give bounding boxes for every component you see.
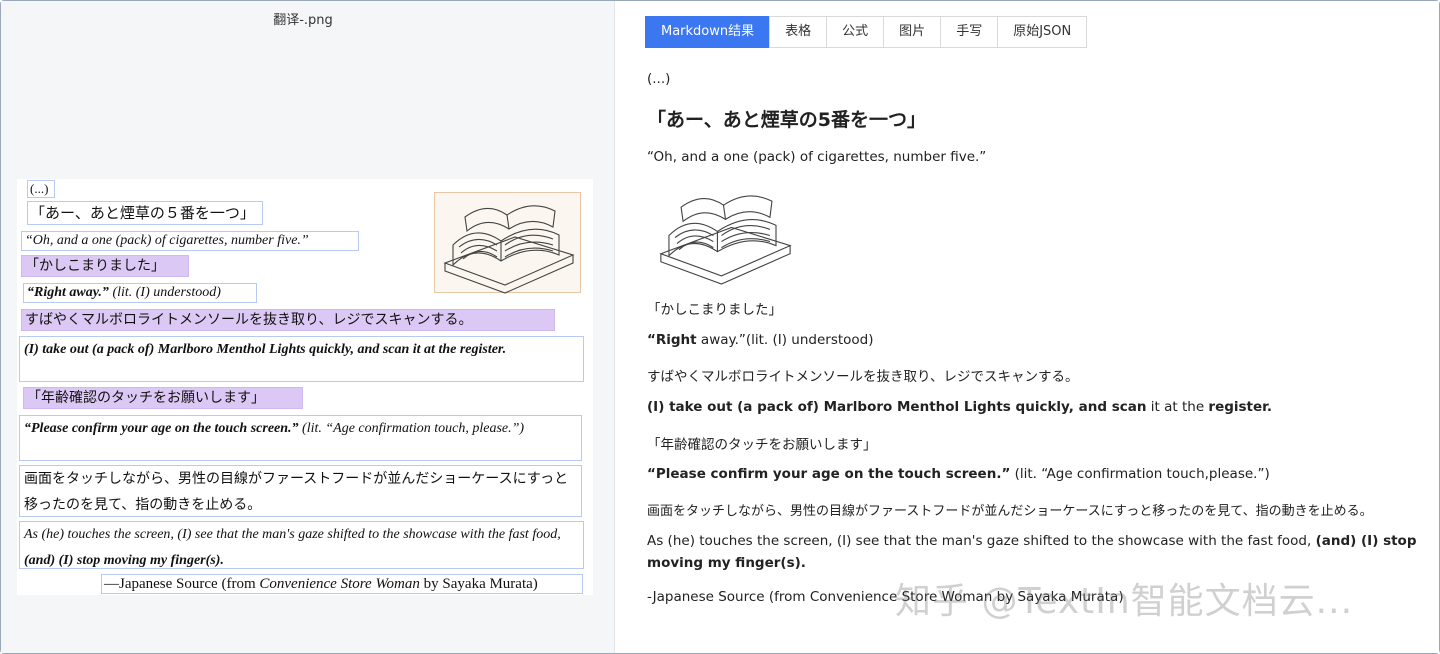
watermark: 知乎 @TextIn智能文档云...	[895, 581, 1354, 622]
credit-prefix: —Japanese Source (from	[104, 576, 260, 592]
md-para-5-mid: it at the	[1146, 399, 1209, 415]
md-ellipsis: (...)	[647, 71, 671, 87]
md-para-6: 「年齢確認のタッチをお願いします」	[647, 437, 877, 453]
md-para-5-bold-2: register.	[1208, 399, 1273, 415]
document-image: (...) 「あー、あと煙草の５番を一つ」 “Oh, and a one (pa…	[17, 179, 593, 595]
credit-title: Convenience Store Woman	[259, 576, 420, 592]
md-para-3-rest: away.”(lit. (I) understood)	[696, 332, 874, 348]
tab-markdown[interactable]: Markdown结果	[645, 16, 771, 48]
books-sketch-icon	[443, 205, 575, 294]
result-pane: Markdown结果 表格 公式 图片 手写 原始JSON (...) 「あー、…	[616, 1, 1439, 653]
source-preview-pane: 翻译-.png (...) 「あー、あと煙草の５番を一つ」 “Oh, and a…	[1, 1, 615, 653]
result-tabs: Markdown结果 表格 公式 图片 手写 原始JSON	[645, 16, 1088, 48]
en-line-5-italic: As (he) touches the screen, (I) see that…	[24, 527, 561, 542]
region-ellipsis[interactable]: (...)	[27, 180, 55, 198]
file-name: 翻译-.png	[273, 13, 333, 28]
md-para-5-bold: (I) take out (a pack of) Marlboro Mentho…	[647, 399, 1147, 415]
tab-handwriting[interactable]: 手写	[940, 16, 999, 48]
md-para-8: 画面をタッチしながら、男性の目線がファーストフードが並んだショーケースにすっと移…	[647, 504, 1373, 519]
region-jp-line-3[interactable]: すばやくマルボロライトメンソールを抜き取り、レジでスキャンする。	[21, 309, 555, 331]
region-source-credit[interactable]: —Japanese Source (from Convenience Store…	[101, 574, 583, 594]
md-heading: 「あー、あと煙草の5番を一つ」	[647, 109, 927, 131]
book-illustration[interactable]	[434, 192, 581, 294]
region-jp-line-5[interactable]: 画面をタッチしながら、男性の目線がファーストフードが並んだショーケースにすっと移…	[19, 465, 582, 517]
md-para-7-rest: (lit. “Age confirmation touch,please.”)	[1010, 466, 1270, 482]
credit-suffix: by Sayaka Murata)	[419, 576, 538, 592]
tab-formula[interactable]: 公式	[826, 16, 885, 48]
md-para-2: 「かしこまりました」	[647, 302, 782, 318]
en-line-4-bold: “Please confirm your age on the touch sc…	[24, 421, 299, 436]
md-book-image	[647, 183, 803, 285]
region-en-line-3[interactable]: (I) take out (a pack of) Marlboro Mentho…	[19, 336, 584, 382]
region-jp-line-4[interactable]: 「年齢確認のタッチをお願いします」	[23, 387, 303, 409]
md-para-7: “Please confirm your age on the touch sc…	[647, 466, 1270, 482]
md-para-3: “Right away.”(lit. (I) understood)	[647, 332, 874, 348]
en-line-2-rest: (lit. (I) understood)	[108, 285, 221, 300]
tab-image[interactable]: 图片	[883, 16, 942, 48]
md-para-9-rest: As (he) touches the screen, (I) see that…	[647, 533, 1316, 549]
md-para-7-bold: “Please confirm your age on the touch sc…	[647, 466, 1011, 482]
en-line-2-bold: “Right away.”	[27, 285, 109, 300]
books-sketch-icon	[659, 195, 792, 285]
region-en-line-4[interactable]: “Please confirm your age on the touch sc…	[19, 415, 582, 461]
en-line-4-rest: (lit. “Age confirmation touch, please.”)	[298, 421, 525, 436]
region-jp-line-2[interactable]: 「かしこまりました」	[21, 255, 189, 277]
region-jp-line-1[interactable]: 「あー、あと煙草の５番を一つ」	[27, 201, 263, 225]
region-en-line-5[interactable]: As (he) touches the screen, (I) see that…	[19, 521, 584, 569]
md-para-3-bold: “Right	[647, 332, 697, 348]
md-para-1: “Oh, and a one (pack) of cigarettes, num…	[647, 149, 987, 165]
md-para-9: As (he) touches the screen, (I) see that…	[647, 530, 1425, 574]
tab-raw-json[interactable]: 原始JSON	[997, 16, 1088, 48]
tab-table[interactable]: 表格	[769, 16, 828, 48]
region-en-line-2[interactable]: “Right away.” (lit. (I) understood)	[23, 283, 257, 303]
en-line-5-bold: (and) (I) stop moving my finger(s).	[24, 553, 224, 568]
region-en-line-1[interactable]: “Oh, and a one (pack) of cigarettes, num…	[21, 231, 359, 251]
md-para-4: すばやくマルボロライトメンソールを抜き取り、レジでスキャンする。	[647, 369, 1079, 385]
md-para-5: (I) take out (a pack of) Marlboro Mentho…	[647, 399, 1272, 415]
